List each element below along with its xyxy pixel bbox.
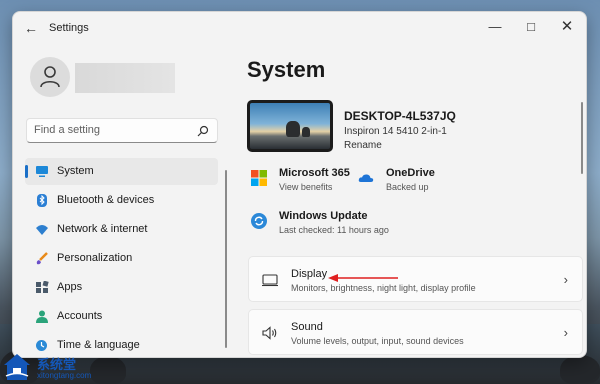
sidebar-item-accounts[interactable]: Accounts xyxy=(25,303,218,330)
sidebar-item-label: Personalization xyxy=(57,252,133,264)
rename-link[interactable]: Rename xyxy=(344,140,382,151)
sidebar-item-label: Time & language xyxy=(57,339,140,351)
microsoft-365-icon xyxy=(251,170,267,186)
card-subtitle: Volume levels, output, input, sound devi… xyxy=(291,336,464,346)
sound-settings-card[interactable]: Sound Volume levels, output, input, soun… xyxy=(248,309,583,355)
search-box[interactable] xyxy=(26,118,218,143)
settings-window: ← Settings — □ ✕ System xyxy=(12,11,587,358)
globe-clock-icon xyxy=(36,340,47,351)
back-arrow-icon[interactable]: ← xyxy=(23,20,39,36)
sidebar-scrollbar[interactable] xyxy=(225,170,227,348)
watermark-url: xitongtang.com xyxy=(37,371,92,380)
search-icon[interactable] xyxy=(197,125,209,137)
status-title: Windows Update xyxy=(279,210,368,222)
apps-icon xyxy=(36,281,49,293)
chevron-right-icon: › xyxy=(563,325,568,340)
wifi-icon xyxy=(36,225,48,235)
annotation-arrow xyxy=(328,274,398,282)
device-name: DESKTOP-4L537JQ xyxy=(344,109,456,123)
user-name-blurred xyxy=(75,63,175,93)
wallpaper-rock xyxy=(560,355,600,384)
sidebar-item-system[interactable]: System xyxy=(25,158,218,185)
sidebar-item-apps[interactable]: Apps xyxy=(25,274,218,301)
sidebar-item-bluetooth[interactable]: Bluetooth & devices xyxy=(25,187,218,214)
main-scrollbar[interactable] xyxy=(581,102,583,174)
status-title: OneDrive xyxy=(386,167,435,179)
sidebar-item-label: Apps xyxy=(57,281,83,293)
display-settings-card[interactable]: Display Monitors, brightness, night ligh… xyxy=(248,256,583,302)
status-title: Microsoft 365 xyxy=(279,167,350,179)
system-monitor-icon xyxy=(36,166,48,177)
onedrive-cloud-icon xyxy=(358,174,374,182)
display-icon xyxy=(262,274,278,287)
device-wallpaper-thumbnail xyxy=(247,100,333,152)
maximize-icon[interactable]: □ xyxy=(516,16,546,38)
account-icon xyxy=(36,310,48,323)
title-bar: ← Settings — □ ✕ xyxy=(13,12,586,44)
chevron-right-icon: › xyxy=(563,272,568,287)
status-subtitle: View benefits xyxy=(279,182,333,192)
house-logo-icon xyxy=(4,354,30,380)
status-subtitle: Backed up xyxy=(386,182,429,192)
sidebar-nav: System Bluetooth & devices Network & int… xyxy=(25,158,218,357)
close-icon[interactable]: ✕ xyxy=(552,16,582,38)
person-icon xyxy=(40,66,60,88)
card-title: Display xyxy=(291,268,328,280)
window-title: Settings xyxy=(49,22,89,34)
device-model: Inspiron 14 5410 2-in-1 xyxy=(344,126,447,137)
selection-indicator xyxy=(25,165,28,178)
user-avatar-icon[interactable] xyxy=(30,57,70,97)
page-title: System xyxy=(247,57,326,82)
minimize-icon[interactable]: — xyxy=(480,16,510,38)
site-watermark: 系统堂 xitongtang.com xyxy=(2,352,120,382)
card-subtitle: Monitors, brightness, night light, displ… xyxy=(291,283,476,293)
search-input[interactable] xyxy=(34,124,194,136)
windows-update-icon xyxy=(251,213,267,229)
status-subtitle: Last checked: 11 hours ago xyxy=(279,225,389,235)
sidebar-item-label: Network & internet xyxy=(57,223,148,235)
sidebar-item-label: System xyxy=(57,165,94,177)
sidebar-item-label: Bluetooth & devices xyxy=(57,194,155,206)
card-title: Sound xyxy=(291,321,323,333)
paintbrush-icon xyxy=(36,252,48,265)
speaker-icon xyxy=(262,326,277,340)
bluetooth-icon xyxy=(37,194,47,207)
sidebar-item-label: Accounts xyxy=(57,310,103,322)
sidebar-item-network[interactable]: Network & internet xyxy=(25,216,218,243)
sidebar-item-personalization[interactable]: Personalization xyxy=(25,245,218,272)
